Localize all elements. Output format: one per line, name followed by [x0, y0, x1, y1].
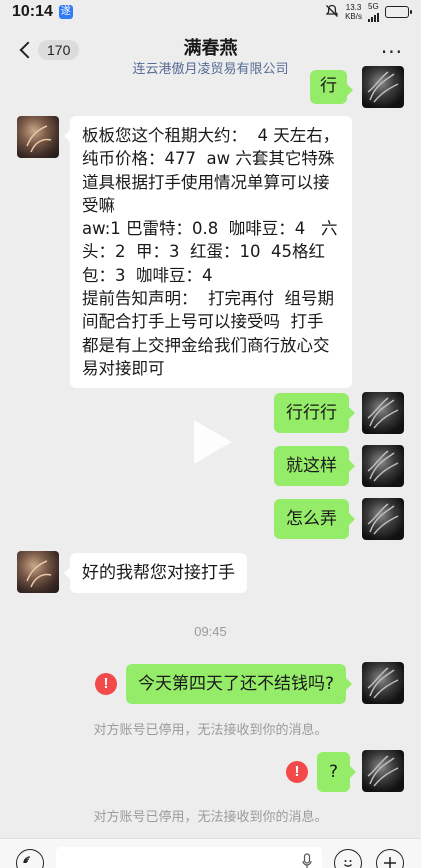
- self-avatar[interactable]: [362, 750, 404, 792]
- self-avatar[interactable]: [362, 392, 404, 434]
- timestamp: 09:45: [194, 624, 227, 639]
- signal-icon: [368, 11, 379, 22]
- message-line: 板板您这个租期大约： 4 天左右，: [82, 126, 340, 145]
- app-notification-icon: 遂: [58, 5, 73, 19]
- system-notice: 对方账号已停用，无法接收到你的消息。: [93, 810, 328, 825]
- message-line: 易对接即可: [82, 358, 165, 378]
- message-text: 怎么弄: [286, 509, 337, 529]
- message-line: 纯币价格：477 aw 六套其它特殊: [82, 149, 335, 169]
- message-text: 就这样: [286, 456, 337, 476]
- chat-title: 满春燕: [183, 38, 238, 59]
- send-failed-icon[interactable]: !: [95, 673, 117, 695]
- contact-avatar[interactable]: [17, 116, 59, 158]
- contact-avatar[interactable]: [17, 551, 59, 593]
- self-avatar[interactable]: [362, 66, 404, 108]
- message-line: 受嘛: [82, 195, 115, 215]
- status-indicators: 13.3 KB/s 5G: [325, 2, 412, 22]
- message-line: aw:1 巴雷特：0.8 咖啡豆：4 六: [82, 219, 338, 239]
- message-line: 都是有上交押金给我们商行放心交: [82, 335, 330, 355]
- network-label: 5G: [368, 2, 379, 11]
- message-bubble-other[interactable]: 好的我帮您对接打手: [64, 553, 247, 593]
- mic-icon[interactable]: [302, 853, 312, 868]
- chat-header: 170 满春燕 连云港傲月凌贸易有限公司 ···: [0, 28, 421, 80]
- status-bar: 10:14 遂 13.3 KB/s 5G: [0, 0, 421, 24]
- net-speed-value: 13.3: [345, 3, 362, 12]
- message-line: 包：3 咖啡豆：4: [82, 265, 213, 285]
- net-speed: 13.3 KB/s: [345, 3, 362, 21]
- message-input[interactable]: [56, 847, 322, 868]
- mute-icon: [325, 4, 339, 20]
- message-text: 今天第四天了还不结钱吗?: [138, 674, 335, 694]
- plus-icon[interactable]: [376, 849, 404, 868]
- chat-subtitle: 连云港傲月凌贸易有限公司: [132, 62, 289, 77]
- message-line: 提前告知声明： 打完再付 组号期: [82, 289, 334, 309]
- message-text: 行行行: [286, 403, 337, 423]
- message-text: 行: [320, 76, 337, 96]
- message-bubble-self[interactable]: 就这样: [274, 446, 355, 486]
- system-notice: 对方账号已停用，无法接收到你的消息。: [93, 723, 328, 738]
- message-bubble-self[interactable]: 行: [310, 70, 353, 104]
- message-bubble-self[interactable]: ?: [317, 752, 357, 792]
- message-line: 头：2 甲：3 红蛋：10 45格红: [82, 242, 325, 262]
- input-bar: [0, 838, 421, 868]
- status-time: 10:14: [12, 3, 53, 20]
- net-speed-unit: KB/s: [345, 12, 362, 21]
- emoji-icon[interactable]: [334, 849, 362, 868]
- message-bubble-self[interactable]: 怎么弄: [274, 499, 355, 539]
- message-line: 间配合打手上号可以接受吗 打手: [82, 312, 324, 332]
- network-type: 5G: [368, 2, 379, 22]
- self-avatar[interactable]: [362, 498, 404, 540]
- send-failed-icon[interactable]: !: [286, 761, 308, 783]
- self-avatar[interactable]: [362, 662, 404, 704]
- play-icon[interactable]: [190, 418, 234, 466]
- self-avatar[interactable]: [362, 445, 404, 487]
- message-bubble-self[interactable]: 行行行: [274, 393, 355, 433]
- long-message-body: 板板您这个租期大约： 4 天左右， 纯币价格：477 aw 六套其它特殊 道具根据打…: [82, 124, 340, 380]
- voice-icon[interactable]: [16, 849, 44, 868]
- message-line: 道具根据打手使用情况单算可以接: [82, 172, 330, 192]
- battery-icon: [385, 6, 412, 18]
- more-options-button[interactable]: ···: [381, 42, 403, 62]
- message-bubble-self[interactable]: 今天第四天了还不结钱吗?: [126, 664, 353, 704]
- message-text: 好的我帮您对接打手: [82, 563, 235, 583]
- message-text: ?: [329, 762, 339, 782]
- message-bubble-other[interactable]: 板板您这个租期大约： 4 天左右， 纯币价格：477 aw 六套其它特殊 道具根据打…: [64, 116, 352, 389]
